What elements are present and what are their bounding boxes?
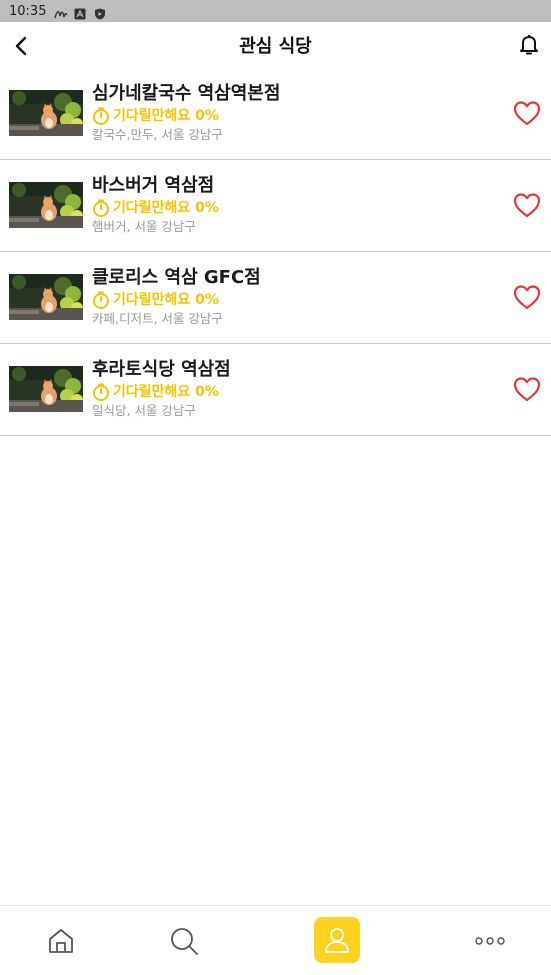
restaurant-name: 클로리스 역삼 GFC점: [92, 267, 261, 288]
restaurant-name: 후라토식당 역삼점: [92, 359, 231, 380]
more-icon: [475, 937, 505, 945]
shield-icon: [94, 5, 106, 20]
restaurant-name: 심가네칼국수 역삼역본점: [92, 83, 281, 104]
nav-profile[interactable]: [313, 906, 361, 975]
wait-status: 기다릴만해요 0%: [113, 108, 219, 124]
restaurant-row[interactable]: 클로리스 역삼 GFC점 기다릴만해요 0% 카페,디저트, 서울 강남구: [0, 252, 551, 344]
page-title: 관심 식당: [239, 36, 312, 57]
restaurant-thumbnail: [9, 182, 83, 228]
profile-icon: [325, 928, 349, 953]
restaurant-category: 일식당, 서울 강남구: [92, 403, 196, 418]
wait-status: 기다릴만해요 0%: [113, 200, 219, 216]
stopwatch-icon: [93, 291, 109, 309]
notification-button[interactable]: [517, 33, 541, 57]
search-icon: [171, 928, 198, 955]
restaurant-category: 카페,디저트, 서울 강남구: [92, 311, 223, 326]
stopwatch-icon: [93, 107, 109, 125]
favorite-button[interactable]: [513, 376, 541, 402]
favorite-button[interactable]: [513, 192, 541, 218]
status-bar: 10:35: [0, 0, 551, 22]
nav-home[interactable]: [41, 906, 81, 975]
stopwatch-icon: [93, 383, 109, 401]
heart-icon: [513, 285, 541, 310]
restaurant-name: 바스버거 역삼점: [92, 175, 215, 196]
stopwatch-icon: [93, 199, 109, 217]
home-icon: [49, 929, 73, 953]
heart-icon: [513, 101, 541, 126]
restaurant-category: 칼국수,만두, 서울 강남구: [92, 127, 223, 142]
bottom-navigation: [0, 905, 551, 975]
restaurant-thumbnail: [9, 90, 83, 136]
restaurant-category: 햄버거, 서울 강남구: [92, 219, 196, 234]
wait-status: 기다릴만해요 0%: [113, 292, 219, 308]
nav-more[interactable]: [470, 906, 510, 975]
bell-icon: [520, 35, 538, 55]
wait-status: 기다릴만해요 0%: [113, 384, 219, 400]
favorite-button[interactable]: [513, 100, 541, 126]
heart-icon: [513, 193, 541, 218]
app-notification-icon: [54, 5, 69, 19]
restaurant-thumbnail: [9, 274, 83, 320]
app-bar: 관심 식당: [0, 22, 551, 68]
profile-tab-active: [314, 917, 360, 963]
a-letter-icon: [74, 5, 86, 20]
heart-icon: [513, 377, 541, 402]
favorite-restaurant-list: 심가네칼국수 역삼역본점 기다릴만해요 0% 칼국수,만두, 서울 강남구 바스…: [0, 68, 551, 436]
favorite-button[interactable]: [513, 284, 541, 310]
restaurant-row[interactable]: 후라토식당 역삼점 기다릴만해요 0% 일식당, 서울 강남구: [0, 344, 551, 436]
restaurant-row[interactable]: 바스버거 역삼점 기다릴만해요 0% 햄버거, 서울 강남구: [0, 160, 551, 252]
status-time: 10:35: [9, 3, 47, 19]
restaurant-row[interactable]: 심가네칼국수 역삼역본점 기다릴만해요 0% 칼국수,만두, 서울 강남구: [0, 68, 551, 160]
nav-search[interactable]: [164, 906, 204, 975]
restaurant-thumbnail: [9, 366, 83, 412]
